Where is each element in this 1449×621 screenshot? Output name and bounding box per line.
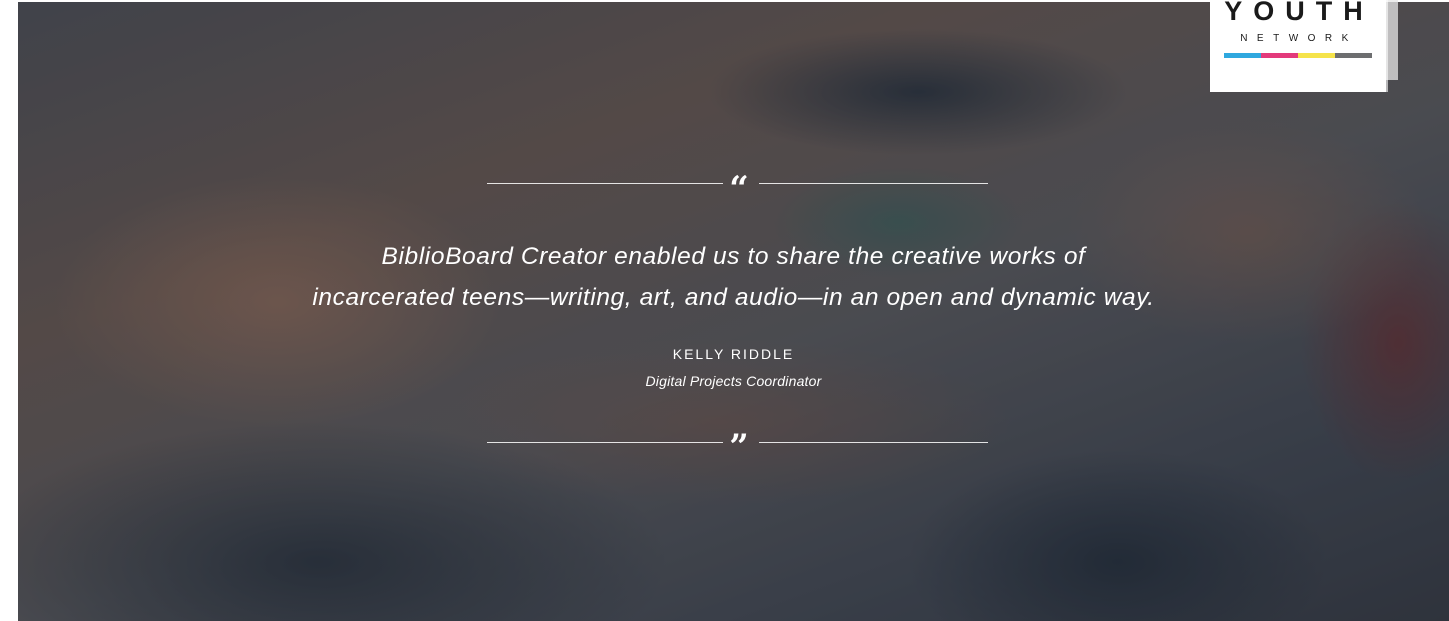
divider-line: [759, 442, 988, 443]
testimonial: “ BiblioBoard Creator enabled us to shar…: [18, 2, 1449, 621]
logo-color-bar: [1261, 53, 1298, 58]
logo-shadow: [1386, 0, 1398, 80]
divider-line: [487, 183, 723, 184]
testimonial-role: Digital Projects Coordinator: [645, 373, 822, 389]
logo-color-bar: [1224, 53, 1261, 58]
logo-color-bar: [1335, 53, 1372, 58]
hero-background-image: “ BiblioBoard Creator enabled us to shar…: [18, 2, 1449, 621]
quote-line: BiblioBoard Creator enabled us to share …: [381, 243, 1086, 270]
quote-line: incarcerated teens—writing, art, and aud…: [312, 284, 1155, 311]
close-quote-icon: ”: [729, 427, 749, 467]
youth-network-logo[interactable]: YOUTH NETWORK: [1210, 0, 1386, 92]
logo-subtitle: NETWORK: [1240, 33, 1358, 44]
testimonial-quote: BiblioBoard Creator enabled us to share …: [118, 236, 1349, 318]
divider-line: [487, 442, 723, 443]
testimonial-author: KELLY RIDDLE: [672, 346, 795, 362]
open-quote-icon: “: [729, 169, 749, 209]
logo-color-bar: [1298, 53, 1335, 58]
logo-wordmark: YOUTH: [1224, 0, 1374, 26]
divider-line: [759, 183, 988, 184]
